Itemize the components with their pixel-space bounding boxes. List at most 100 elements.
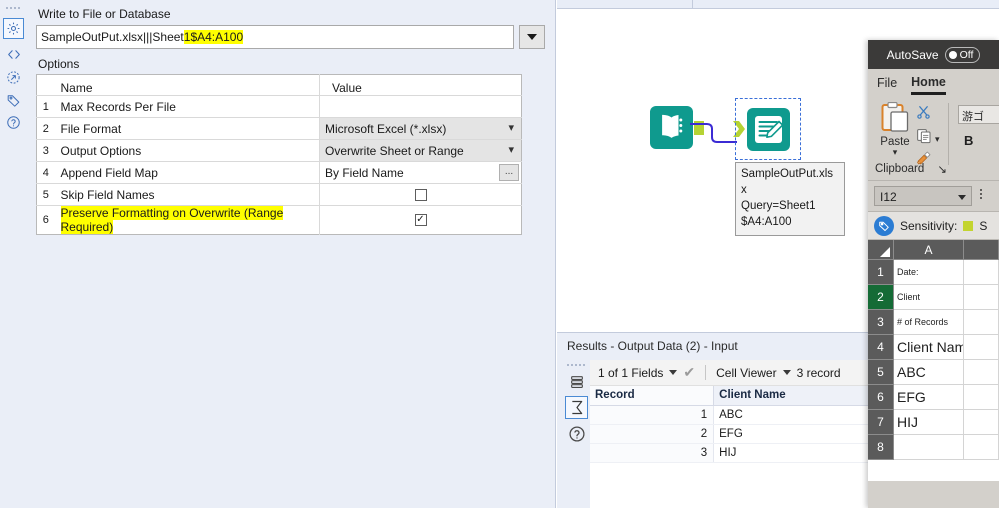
- row-header[interactable]: 8: [868, 435, 894, 460]
- cell-b7[interactable]: [964, 410, 999, 435]
- select-all-corner[interactable]: [868, 240, 894, 260]
- table-row[interactable]: 6 EFG: [868, 385, 999, 410]
- font-name-input[interactable]: 游ゴ: [958, 105, 999, 124]
- formula-bar-overflow-icon[interactable]: [980, 189, 982, 199]
- table-row[interactable]: 2 EFG: [590, 424, 874, 444]
- column-header-a[interactable]: A: [894, 240, 964, 260]
- row-value[interactable]: By Field Name ...: [319, 161, 522, 184]
- file-path-dropdown-button[interactable]: [519, 25, 545, 49]
- table-row[interactable]: 1 ABC: [590, 405, 874, 425]
- cell-b6[interactable]: [964, 385, 999, 410]
- autosave-toggle[interactable]: Off: [944, 46, 981, 63]
- drag-dots-icon[interactable]: [6, 7, 20, 13]
- cell-a3[interactable]: # of Records: [894, 310, 964, 335]
- cell-b4[interactable]: [964, 335, 999, 360]
- table-row[interactable]: 6 Preserve Formatting on Overwrite (Rang…: [37, 205, 522, 235]
- append-field-map-ellipsis-button[interactable]: ...: [499, 164, 519, 181]
- row-value[interactable]: Microsoft Excel (*.xlsx) ▾: [319, 117, 522, 140]
- table-row[interactable]: 2 Client: [868, 285, 999, 310]
- check-icon[interactable]: ✔: [683, 364, 695, 381]
- drag-dots-icon[interactable]: [567, 364, 585, 366]
- layers-icon[interactable]: [565, 370, 588, 393]
- table-row[interactable]: 4 Client Name: [868, 335, 999, 360]
- config-icon-rail: [0, 0, 26, 508]
- input-data-tool[interactable]: [649, 105, 694, 150]
- cell-b1[interactable]: [964, 260, 999, 285]
- row-header[interactable]: 3: [868, 310, 894, 335]
- chevron-down-icon[interactable]: [958, 194, 966, 200]
- fields-selector-label[interactable]: 1 of 1 Fields: [598, 366, 663, 380]
- excel-grid[interactable]: A 1 Date: 2 Client 3 # of Records 4 Clie…: [868, 240, 999, 481]
- row-value[interactable]: ✓: [319, 205, 522, 235]
- row-header[interactable]: 7: [868, 410, 894, 435]
- tag-icon[interactable]: [3, 90, 24, 111]
- cell-b2[interactable]: [964, 285, 999, 310]
- output-data-tool[interactable]: [746, 107, 791, 152]
- sigma-data-icon[interactable]: [565, 396, 588, 419]
- row-value[interactable]: Overwrite Sheet or Range ▾: [319, 139, 522, 162]
- table-row[interactable]: 5 ABC: [868, 360, 999, 385]
- sensitivity-tag-icon[interactable]: [874, 215, 894, 236]
- gear-icon[interactable]: [3, 18, 24, 39]
- row-header[interactable]: 5: [868, 360, 894, 385]
- row-number: 3: [36, 139, 55, 162]
- table-row[interactable]: 4 Append Field Map By Field Name ...: [36, 161, 522, 184]
- row-header[interactable]: 6: [868, 385, 894, 410]
- cell-a4[interactable]: Client Name: [894, 335, 964, 360]
- skip-field-names-checkbox[interactable]: [414, 188, 427, 201]
- table-row[interactable]: 3 HIJ: [590, 443, 874, 463]
- table-row[interactable]: 1 Max Records Per File: [36, 95, 522, 118]
- client-name-value: ABC: [713, 405, 874, 425]
- paste-button[interactable]: Paste ▾: [876, 101, 914, 157]
- table-row[interactable]: 5 Skip Field Names: [36, 183, 522, 206]
- annotation-icon[interactable]: [3, 67, 24, 88]
- cell-a1[interactable]: Date:: [894, 260, 964, 285]
- tab-home[interactable]: Home: [911, 75, 946, 95]
- cell-a2[interactable]: Client: [894, 285, 964, 310]
- cell-a5[interactable]: ABC: [894, 360, 964, 385]
- cell-viewer-label[interactable]: Cell Viewer: [716, 366, 776, 380]
- cell-a7[interactable]: HIJ: [894, 410, 964, 435]
- name-box-input[interactable]: I12: [874, 186, 972, 206]
- cell-a8[interactable]: [894, 435, 964, 460]
- column-header-b[interactable]: [964, 240, 999, 260]
- sensitivity-bar: Sensitivity: S: [868, 212, 999, 240]
- table-row[interactable]: 8: [868, 435, 999, 460]
- results-grid[interactable]: Record Client Name 1 ABC 2 EFG 3 HIJ: [590, 386, 874, 463]
- output-options-combo[interactable]: Overwrite Sheet or Range ▾: [320, 140, 521, 161]
- row-value[interactable]: [319, 183, 522, 206]
- file-path-input[interactable]: SampleOutPut.xlsx|||Sheet1$A4:A100: [36, 25, 514, 49]
- help-icon[interactable]: [3, 112, 24, 133]
- cell-b8[interactable]: [964, 435, 999, 460]
- table-row[interactable]: 7 HIJ: [868, 410, 999, 435]
- record-number: 1: [590, 405, 715, 425]
- chevron-down-icon[interactable]: ▾: [876, 148, 914, 157]
- cell-b5[interactable]: [964, 360, 999, 385]
- chevron-down-icon[interactable]: ▾: [935, 134, 940, 145]
- excel-window[interactable]: AutoSave Off File Home Paste ▾ ▾ Clipboa…: [868, 40, 999, 508]
- cut-scissors-icon[interactable]: [916, 104, 931, 123]
- chevron-down-icon[interactable]: [669, 370, 678, 375]
- table-row[interactable]: 3 Output Options Overwrite Sheet or Rang…: [36, 139, 522, 162]
- row-header[interactable]: 4: [868, 335, 894, 360]
- table-row[interactable]: 1 Date:: [868, 260, 999, 285]
- sensitivity-value[interactable]: S: [979, 219, 987, 233]
- table-row[interactable]: 2 File Format Microsoft Excel (*.xlsx) ▾: [36, 117, 522, 140]
- bold-button[interactable]: B: [964, 133, 973, 148]
- cell-b3[interactable]: [964, 310, 999, 335]
- chevron-down-icon[interactable]: [782, 370, 791, 375]
- table-row[interactable]: 3 # of Records: [868, 310, 999, 335]
- cell-a6[interactable]: EFG: [894, 385, 964, 410]
- code-icon[interactable]: [3, 44, 24, 65]
- dialog-launcher-icon[interactable]: ↘: [937, 162, 947, 176]
- help-icon[interactable]: [565, 422, 588, 445]
- output-tool-selection-box[interactable]: [735, 98, 801, 160]
- row-header[interactable]: 2: [868, 285, 894, 310]
- row-header[interactable]: 1: [868, 260, 894, 285]
- preserve-formatting-checkbox[interactable]: ✓: [414, 214, 427, 226]
- tab-file[interactable]: File: [877, 76, 897, 90]
- copy-icon[interactable]: [916, 128, 932, 147]
- excel-column-headers: A: [868, 240, 999, 260]
- row-value[interactable]: [319, 95, 522, 118]
- file-format-combo[interactable]: Microsoft Excel (*.xlsx) ▾: [320, 118, 521, 139]
